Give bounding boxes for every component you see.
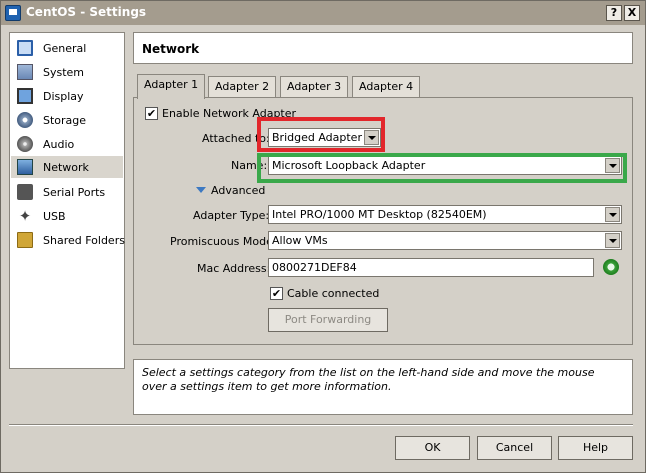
settings-category-list[interactable]: General System Display Storage Audio Net… <box>9 32 125 369</box>
display-icon <box>17 88 33 104</box>
sidebar-item-label: System <box>43 66 85 79</box>
sidebar-item-label: Audio <box>43 138 75 151</box>
help-button[interactable]: Help <box>558 436 633 460</box>
adapter-type-label: Adapter Type: <box>193 209 270 222</box>
settings-window: CentOS - Settings ? X General System Dis… <box>0 0 646 473</box>
sidebar-item-storage[interactable]: Storage <box>11 109 123 131</box>
sidebar-item-audio[interactable]: Audio <box>11 133 123 155</box>
system-icon <box>17 64 33 80</box>
sidebar-item-label: Shared Folders <box>43 234 125 247</box>
mac-address-value: 0800271DEF84 <box>272 261 357 274</box>
chevron-down-icon[interactable] <box>605 207 620 222</box>
sidebar-item-label: USB <box>43 210 66 223</box>
sidebar-item-label: Storage <box>43 114 87 127</box>
sidebar-item-label: Display <box>43 90 84 103</box>
sidebar-item-label: Network <box>43 161 89 174</box>
tab-adapter-3[interactable]: Adapter 3 <box>280 76 348 98</box>
mac-address-label: Mac Address: <box>197 262 271 275</box>
network-icon <box>17 159 33 175</box>
refresh-mac-icon[interactable] <box>603 259 619 275</box>
promiscuous-mode-label: Promiscuous Mode: <box>170 235 277 248</box>
port-forwarding-button[interactable]: Port Forwarding <box>268 308 388 332</box>
sidebar-item-label: General <box>43 42 87 55</box>
page-title: Network <box>142 42 200 56</box>
sidebar-item-system[interactable]: System <box>11 61 123 83</box>
cancel-button[interactable]: Cancel <box>477 436 552 460</box>
red-highlight-box <box>257 117 385 152</box>
mac-address-field[interactable]: 0800271DEF84 <box>268 258 594 277</box>
advanced-toggle[interactable]: Advanced <box>211 184 265 197</box>
general-icon <box>17 40 33 56</box>
green-highlight-box <box>257 153 627 183</box>
virtualbox-icon <box>5 5 21 21</box>
help-titlebar-button[interactable]: ? <box>606 5 622 21</box>
cable-connected-checkbox[interactable]: ✔ <box>270 287 283 300</box>
tab-adapter-1[interactable]: Adapter 1 <box>137 74 205 99</box>
advanced-chevron-icon[interactable] <box>196 185 206 195</box>
info-box: Select a settings category from the list… <box>133 359 633 415</box>
tab-adapter-4[interactable]: Adapter 4 <box>352 76 420 98</box>
tab-adapter-2[interactable]: Adapter 2 <box>208 76 276 98</box>
sidebar-item-general[interactable]: General <box>11 37 123 59</box>
sidebar-item-shared-folders[interactable]: Shared Folders <box>11 229 125 251</box>
ok-button[interactable]: OK <box>395 436 470 460</box>
title-bar[interactable]: CentOS - Settings ? X <box>1 1 645 25</box>
promiscuous-mode-value: Allow VMs <box>272 234 328 247</box>
shared-folders-icon <box>17 232 33 248</box>
sidebar-item-label: Serial Ports <box>43 186 106 199</box>
sidebar-item-network[interactable]: Network <box>11 156 123 178</box>
sidebar-item-display[interactable]: Display <box>11 85 123 107</box>
info-text: Select a settings category from the list… <box>142 366 595 393</box>
cable-connected-label: Cable connected <box>287 287 380 300</box>
serial-ports-icon <box>17 184 33 200</box>
promiscuous-mode-dropdown[interactable]: Allow VMs <box>268 231 622 250</box>
adapter-type-dropdown[interactable]: Intel PRO/1000 MT Desktop (82540EM) <box>268 205 622 224</box>
page-header: Network <box>133 32 633 64</box>
adapter-type-value: Intel PRO/1000 MT Desktop (82540EM) <box>272 208 487 221</box>
usb-icon: ✦ <box>18 207 32 225</box>
storage-icon <box>17 112 33 128</box>
enable-network-adapter-checkbox[interactable]: ✔ <box>145 107 158 120</box>
sidebar-item-usb[interactable]: ✦ USB <box>11 205 123 227</box>
audio-icon <box>17 136 33 152</box>
sidebar-item-serial-ports[interactable]: Serial Ports <box>11 181 123 203</box>
divider <box>9 424 633 426</box>
chevron-down-icon[interactable] <box>605 233 620 248</box>
close-button[interactable]: X <box>624 5 640 21</box>
window-title: CentOS - Settings <box>26 5 147 19</box>
